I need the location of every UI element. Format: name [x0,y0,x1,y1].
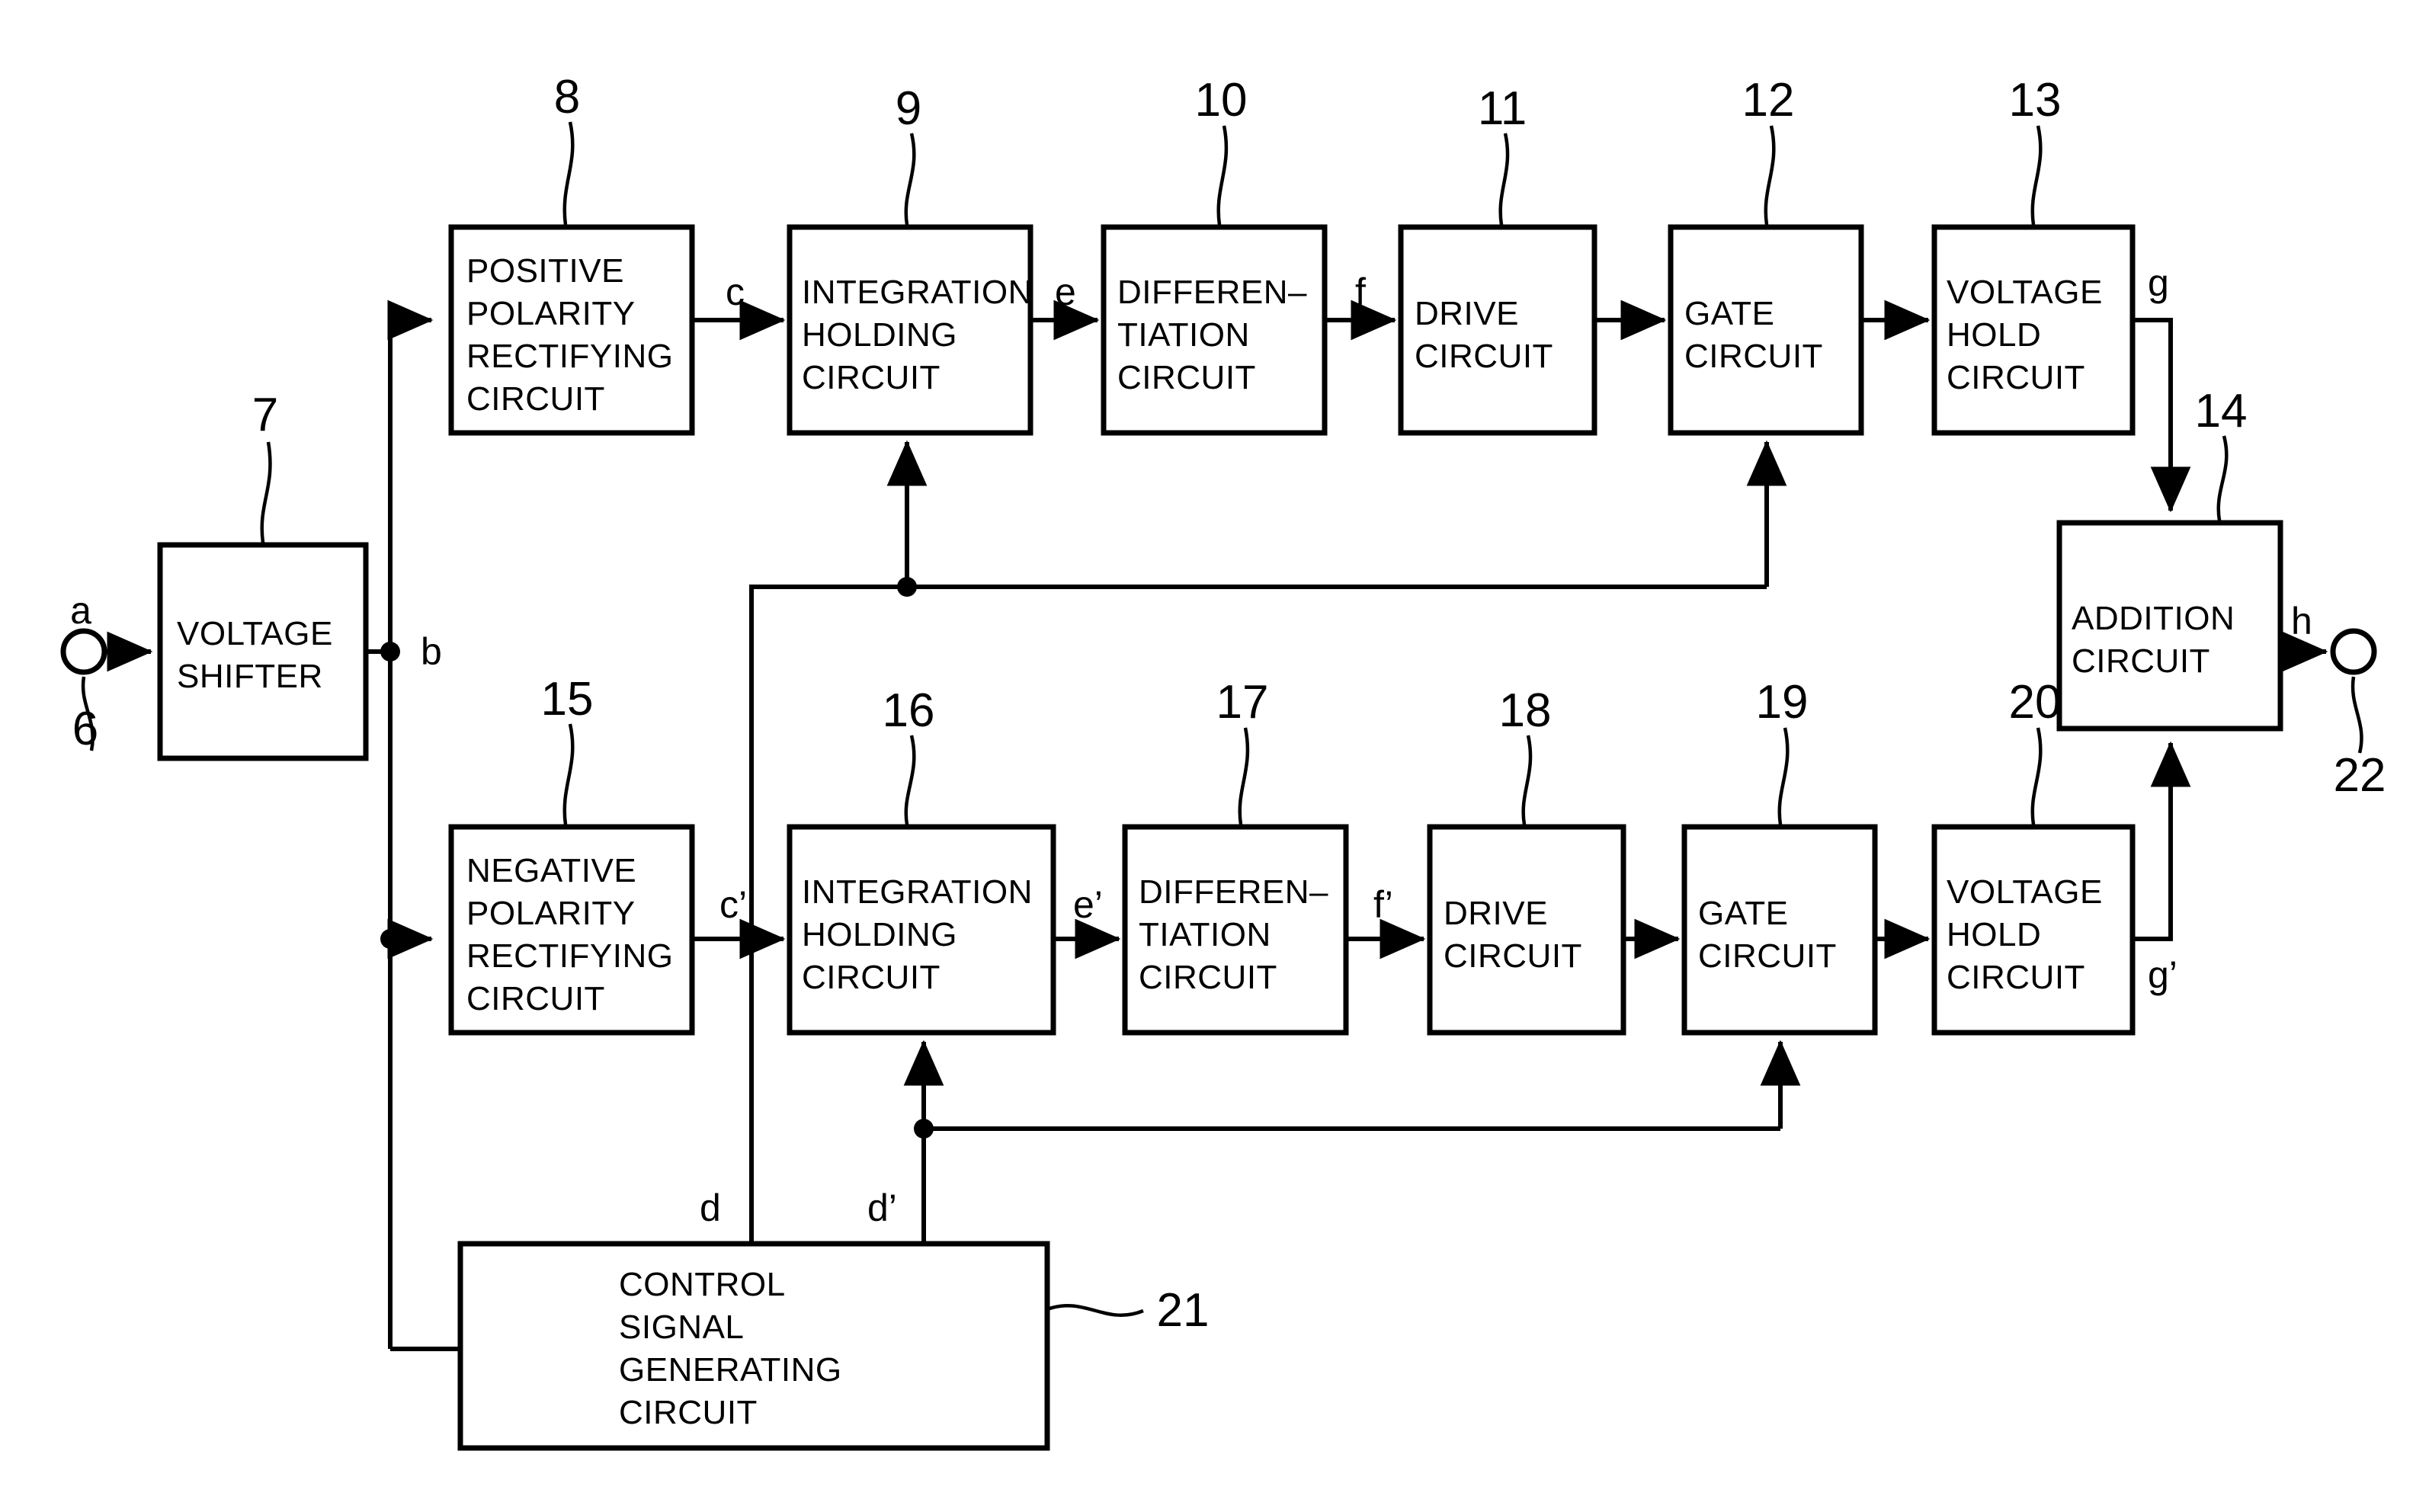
leader-ref-14 [2216,435,2229,521]
label-addition-line2: CIRCUIT [2072,642,2210,680]
leader-ref-8 [562,121,575,226]
label-voltage-hold-bottom-line1: VOLTAGE [1947,873,2103,911]
label-positive-rectifier-line2: POLARITY [466,295,636,332]
ref-numeral-16: 16 [883,684,935,737]
label-addition-line1: ADDITION [2072,600,2235,637]
signal-label-g-prime: g’ [2148,953,2177,996]
label-differentiation-top-line2: TIATION [1117,316,1250,354]
label-voltage-hold-bottom-line3: CIRCUIT [1947,959,2085,996]
leader-ref-18 [1521,735,1533,825]
label-gate-bottom-line2: CIRCUIT [1698,937,1837,975]
label-control-line4: CIRCUIT [619,1394,758,1431]
ref-numeral-17: 17 [1216,676,1269,729]
signal-label-f: f [1355,271,1366,313]
input-terminal[interactable] [60,628,107,675]
wire-g-to-addition [2133,318,2191,513]
leader-ref-20 [2030,727,2043,825]
ref-numeral-21: 21 [1157,1284,1210,1337]
label-differentiation-top-line1: DIFFEREN– [1117,274,1307,311]
leader-ref-21 [1046,1304,1144,1317]
block-diagram-svg: VOLTAGE SHIFTER POSITIVE POLARITY RECTIF… [60,71,2386,1451]
leader-ref-12 [1764,125,1776,226]
ref-numeral-20: 20 [2009,676,2062,729]
label-differentiation-bottom-line3: CIRCUIT [1139,959,1277,996]
ref-numeral-22: 22 [2334,749,2386,802]
wire-dprime-trunk [921,1126,1780,1244]
leader-ref-7 [260,441,272,543]
ref-numeral-13: 13 [2009,74,2062,127]
label-positive-rectifier-line4: CIRCUIT [466,380,605,418]
leader-ref-19 [1777,727,1790,825]
label-voltage-shifter-line2: SHIFTER [177,658,323,695]
label-voltage-hold-top-line1: VOLTAGE [1947,274,2103,311]
ref-numeral-8: 8 [554,71,580,123]
label-differentiation-top-line3: CIRCUIT [1117,359,1256,396]
label-control-line3: GENERATING [619,1351,842,1389]
label-drive-top-line2: CIRCUIT [1415,338,1553,375]
label-voltage-hold-bottom-line2: HOLD [1947,916,2041,953]
wire-gprime-to-addition [2133,741,2191,941]
leader-ref-17 [1238,727,1250,825]
label-gate-top-line1: GATE [1684,295,1775,332]
ref-numeral-12: 12 [1742,74,1795,127]
label-gate-top-line2: CIRCUIT [1684,338,1823,375]
signal-label-b: b [421,630,442,673]
signal-label-c: c [726,271,745,313]
ref-numeral-11: 11 [1478,82,1527,135]
signal-label-e-prime: e’ [1073,883,1103,926]
signal-label-d: d [700,1187,721,1229]
signal-label-f-prime: f’ [1373,883,1393,926]
leader-ref-13 [2030,125,2043,226]
output-terminal-leader [2351,676,2363,754]
leader-ref-11 [1498,133,1510,226]
label-voltage-shifter-line1: VOLTAGE [177,615,333,652]
label-voltage-hold-top-line2: HOLD [1947,316,2041,354]
label-integration-bottom-line2: HOLDING [802,916,957,953]
label-control-line2: SIGNAL [619,1309,744,1346]
label-differentiation-bottom-line1: DIFFEREN– [1139,873,1328,911]
label-negative-rectifier-line3: RECTIFYING [466,937,673,975]
label-drive-bottom-line2: CIRCUIT [1444,937,1582,975]
label-integration-bottom-line1: INTEGRATION [802,873,1033,911]
signal-label-c-prime: c’ [719,883,747,926]
label-drive-bottom-line1: DRIVE [1444,895,1548,932]
label-integration-top-line3: CIRCUIT [802,359,941,396]
signal-label-d-prime: d’ [867,1187,897,1229]
ref-numeral-19: 19 [1756,676,1809,729]
ref-numeral-10: 10 [1195,74,1248,127]
label-integration-top-line1: INTEGRATION [802,274,1033,311]
label-positive-rectifier-line3: RECTIFYING [466,338,673,375]
leader-ref-9 [904,133,916,226]
leader-ref-10 [1216,125,1229,226]
label-integration-bottom-line3: CIRCUIT [802,959,941,996]
label-control-line1: CONTROL [619,1266,786,1303]
signal-label-g: g [2148,261,2169,304]
label-gate-bottom-line1: GATE [1698,895,1789,932]
signal-label-e: e [1055,271,1076,313]
label-voltage-hold-top-line3: CIRCUIT [1947,359,2085,396]
label-drive-top-line1: DRIVE [1415,295,1519,332]
label-integration-top-line2: HOLDING [802,316,957,354]
leader-ref-15 [562,723,575,825]
label-negative-rectifier-line4: CIRCUIT [466,980,605,1017]
label-negative-rectifier-line2: POLARITY [466,895,636,932]
label-positive-rectifier-line1: POSITIVE [466,252,624,290]
signal-label-h: h [2291,600,2312,642]
figure-canvas: VOLTAGE SHIFTER POSITIVE POLARITY RECTIF… [0,0,2413,1512]
leader-ref-16 [904,735,916,825]
ref-numeral-14: 14 [2195,385,2248,437]
ref-numeral-7: 7 [252,389,278,441]
signal-label-a: a [70,589,91,632]
ref-numeral-18: 18 [1499,684,1552,737]
label-differentiation-bottom-line2: TIATION [1139,916,1271,953]
ref-numeral-6: 6 [72,703,98,755]
ref-numeral-9: 9 [896,82,921,135]
ref-numeral-15: 15 [541,673,594,726]
label-negative-rectifier-line1: NEGATIVE [466,852,636,889]
junction-dot-b [380,642,400,662]
output-terminal[interactable] [2330,628,2377,675]
